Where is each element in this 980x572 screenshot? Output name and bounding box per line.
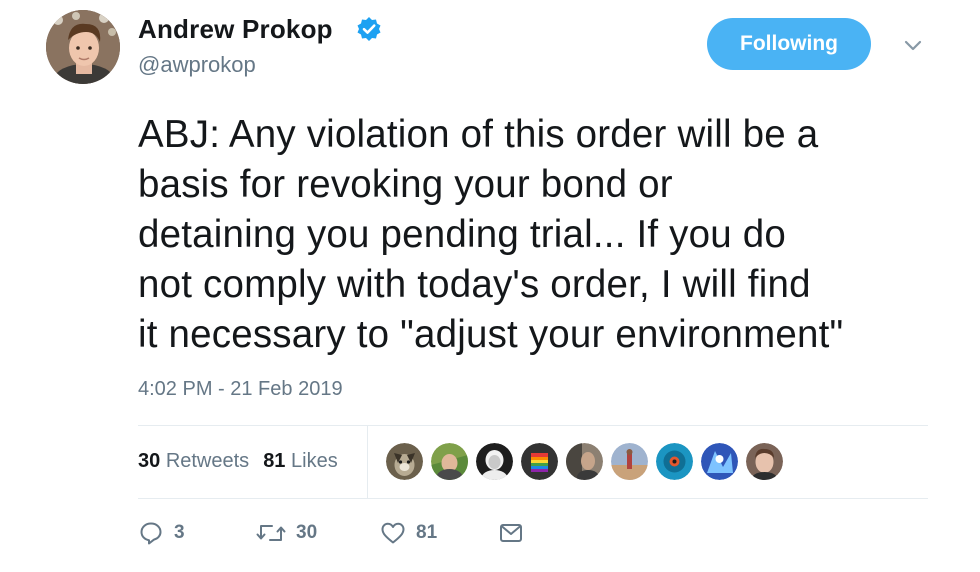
liker-avatar-4[interactable] — [521, 443, 558, 480]
divider — [138, 498, 928, 499]
author-handle[interactable]: @awprokop — [138, 52, 256, 78]
likes-stat[interactable]: 81 Likes — [263, 450, 338, 473]
reply-icon — [140, 522, 162, 545]
liker-avatar-9[interactable] — [746, 443, 783, 480]
retweet-button[interactable]: 30 — [256, 521, 380, 545]
liker-avatar-1[interactable] — [386, 443, 423, 480]
retweet-count: 30 — [296, 522, 318, 543]
liker-avatar-2[interactable] — [431, 443, 468, 480]
like-count: 81 — [416, 522, 438, 543]
author-avatar[interactable] — [46, 10, 120, 84]
liker-avatar-8[interactable] — [701, 443, 738, 480]
engagement-stats: 30 Retweets 81 Likes — [138, 450, 338, 473]
author-name[interactable]: Andrew Prokop — [138, 14, 333, 45]
tweet-text: ABJ: Any violation of this order will be… — [138, 110, 938, 360]
heart-icon — [381, 522, 405, 544]
liker-avatars — [386, 443, 783, 480]
retweets-label: Retweets — [165, 450, 250, 472]
tweet-line: ABJ: Any violation of this order will be… — [138, 113, 819, 156]
tweet-line: it necessary to "adjust your environment… — [138, 313, 844, 356]
liker-avatar-3[interactable] — [476, 443, 513, 480]
envelope-icon — [500, 524, 522, 542]
following-button[interactable]: Following — [707, 18, 871, 70]
reply-count: 3 — [174, 522, 185, 543]
liker-avatar-5[interactable] — [566, 443, 603, 480]
liker-avatar-6[interactable] — [611, 443, 648, 480]
direct-message-button[interactable] — [498, 521, 524, 545]
retweets-count: 30 — [138, 450, 161, 472]
liker-avatar-7[interactable] — [656, 443, 693, 480]
tweet-line: not comply with today's order, I will fi… — [138, 263, 811, 306]
tweet-line: basis for revoking your bond or — [138, 163, 673, 206]
retweet-icon — [256, 525, 286, 541]
likes-label: Likes — [291, 450, 338, 472]
retweets-stat[interactable]: 30 Retweets — [138, 450, 249, 473]
likes-count: 81 — [263, 450, 286, 472]
tweet-timestamp[interactable]: 4:02 PM - 21 Feb 2019 — [138, 378, 343, 401]
reply-button[interactable]: 3 — [138, 520, 256, 546]
tweet-line: detaining you pending trial... If you do — [138, 213, 786, 256]
stats-separator — [367, 426, 368, 498]
verified-badge-icon — [357, 17, 381, 41]
divider — [138, 425, 928, 426]
like-button[interactable]: 81 — [380, 521, 498, 545]
chevron-down-icon[interactable] — [902, 34, 924, 56]
tweet-actions: 3 30 81 — [138, 520, 524, 546]
